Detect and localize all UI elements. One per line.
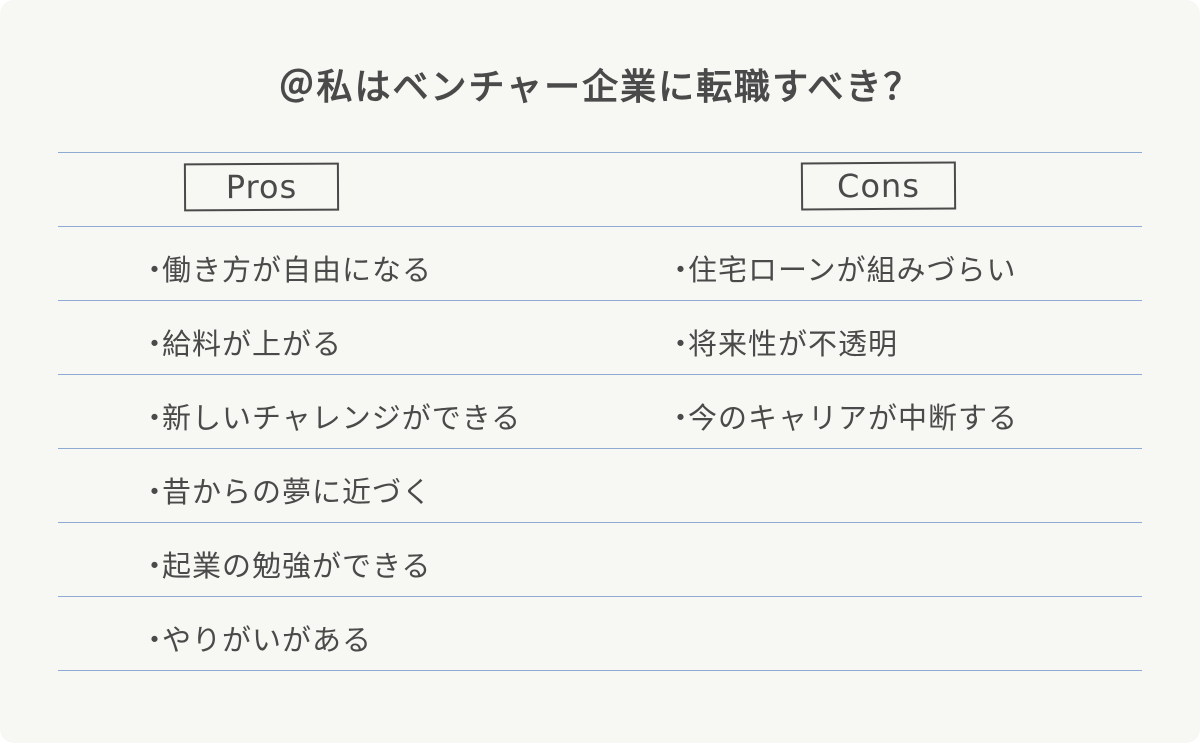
- pros-item: ・やりがいがある: [140, 617, 372, 659]
- bullet-dot: ・: [140, 623, 171, 657]
- cons-header: Cons: [800, 161, 957, 211]
- bullet-dot: ・: [140, 549, 171, 583]
- cons-item: ・住宅ローンが組みづらい: [666, 247, 1017, 289]
- ruled-line: [58, 152, 1142, 153]
- ruled-line: [58, 596, 1142, 597]
- bullet-dot: ・: [666, 253, 697, 287]
- pros-cons-card: ＠私はベンチャー企業に転職すべき？ Pros Cons ・働き方が自由になる ・…: [0, 0, 1200, 743]
- ruled-line: [58, 522, 1142, 523]
- pros-header-label: Pros: [225, 167, 298, 207]
- ruled-line: [58, 670, 1142, 671]
- pros-item: ・昔からの夢に近づく: [140, 469, 432, 511]
- ruled-line: [58, 374, 1142, 375]
- cons-item: ・将来性が不透明: [666, 321, 898, 363]
- bullet-dot: ・: [666, 401, 697, 435]
- ruled-line: [58, 226, 1142, 227]
- bullet-dot: ・: [140, 327, 171, 361]
- bullet-dot: ・: [140, 475, 171, 509]
- ruled-line: [58, 448, 1142, 449]
- ruled-line: [58, 300, 1142, 301]
- bullet-dot: ・: [140, 401, 171, 435]
- pros-header: Pros: [183, 162, 340, 212]
- pros-item: ・給料が上がる: [140, 321, 342, 363]
- pros-item: ・新しいチャレンジができる: [140, 395, 521, 437]
- cons-item: ・今のキャリアが中断する: [666, 395, 1018, 437]
- bullet-dot: ・: [140, 253, 171, 287]
- cons-header-label: Cons: [836, 166, 921, 206]
- pros-item: ・起業の勉強ができる: [140, 543, 431, 585]
- pros-item: ・働き方が自由になる: [140, 247, 432, 289]
- page-title: ＠私はベンチャー企業に転職すべき？: [278, 67, 922, 108]
- bullet-dot: ・: [666, 327, 697, 361]
